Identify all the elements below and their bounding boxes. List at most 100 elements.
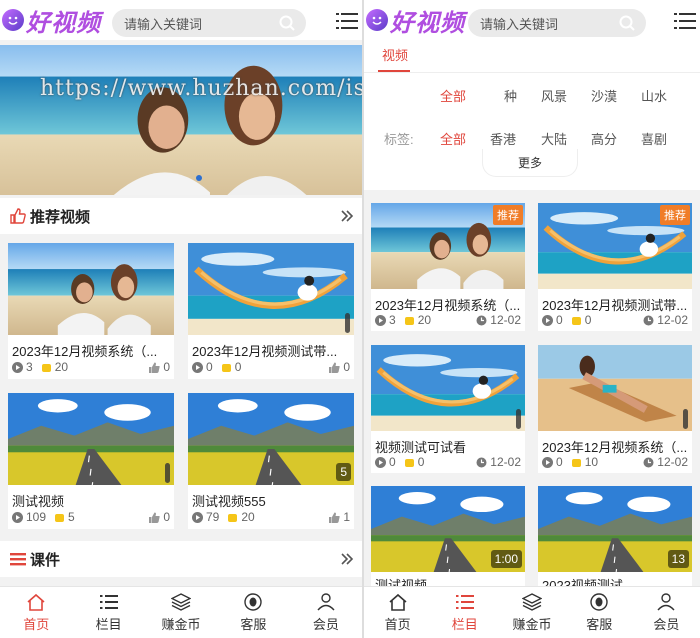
video-title: 2023年12月视频系统（... [12,344,158,359]
search-icon[interactable] [618,14,636,32]
play-count: 79 [192,510,219,524]
video-card[interactable]: 测试视频 109 5 0 [8,393,174,529]
tab-home[interactable]: 首页 [0,587,72,638]
like-count: 0 [149,360,170,374]
search-input[interactable]: 请输入关键词 [112,9,306,37]
app-logo[interactable]: 好视频 [2,3,101,38]
play-icon [375,314,386,326]
menu-icon[interactable] [674,12,696,30]
banner-image [0,45,362,195]
tab-member[interactable]: 会员 [290,587,362,638]
date: 12-02 [476,455,521,469]
date: 12-02 [476,313,521,327]
tab-earn-coins[interactable]: 赚金币 [498,587,565,638]
like-count: 1 [329,510,350,524]
hero-banner[interactable] [0,45,362,195]
video-meta: 109 5 0 [12,510,170,524]
play-count: 109 [12,510,46,524]
filter-option[interactable]: 全部 [440,129,466,148]
tab-home[interactable]: 首页 [364,587,431,638]
filter-option[interactable]: 香港 [490,129,516,148]
video-thumbnail [371,345,525,431]
search-icon[interactable] [278,14,296,32]
filter-option[interactable]: 高分 [591,129,617,148]
coin-icon [571,458,581,467]
filter-option[interactable]: 喜剧 [641,129,667,148]
home-icon [27,593,45,611]
play-icon [192,361,203,373]
video-meta: 79 20 1 [192,510,350,524]
coin-count: 10 [571,455,598,469]
penguin-icon [244,592,263,611]
double-chevron-right-icon[interactable] [340,209,354,223]
video-meta: 0 0 0 [192,360,350,374]
video-title: 测试视频 [375,578,428,586]
video-title: 测试视频555 [192,494,266,509]
play-icon [12,361,23,373]
app-logo[interactable]: 好视频 [366,3,465,38]
carousel-indicator[interactable] [196,175,202,181]
like-count: 0 [329,360,350,374]
coin-count: 20 [404,313,431,327]
user-icon [317,592,335,610]
video-thumbnail: 5 [188,393,354,485]
video-card[interactable]: 2023年12月视频测试带... 0 0 0 [188,243,354,379]
search-input[interactable]: 请输入关键词 [468,9,646,37]
filter-option[interactable]: 全部 [440,86,466,105]
play-icon [12,511,23,523]
video-thumbnail: 推荐 [538,203,692,289]
filter-option[interactable]: 大陆 [541,129,567,148]
tab-columns[interactable]: 栏目 [431,587,498,638]
tab-member[interactable]: 会员 [633,587,700,638]
tab-customer-service[interactable]: 客服 [566,587,633,638]
video-card[interactable]: 推荐 2023年12月视频测试带... 0 0 12-02 [538,203,692,331]
play-icon [192,511,203,523]
coin-icon [41,363,51,372]
more-filters-button[interactable]: 更多 [482,149,578,177]
filter-option[interactable]: 种 [504,86,517,105]
divider [364,72,700,73]
menu-icon[interactable] [336,12,358,30]
coin-icon [571,316,581,325]
video-card[interactable]: 视频测试可试看 0 0 12-02 [371,345,525,473]
video-thumbnail: 1:00 [371,486,525,572]
list-icon [99,594,118,609]
tab-columns[interactable]: 栏目 [72,587,144,638]
video-title: 2023年12月视频测试带... [192,344,338,359]
video-card[interactable]: 2023年12月视频系统（... 3 20 0 [8,243,174,379]
video-card[interactable]: 推荐 2023年12月视频系统（... 3 20 12-02 [371,203,525,331]
tab-customer-service[interactable]: 客服 [217,587,289,638]
video-meta: 0 0 12-02 [542,313,688,327]
video-card[interactable]: 13 2023视频测试 [538,486,692,586]
tab-earn-coins[interactable]: 赚金币 [145,587,217,638]
play-icon [542,314,553,326]
video-title: 2023年12月视频测试带... [542,298,688,313]
filter-option[interactable]: 山水 [641,86,667,105]
coin-icon [228,513,238,522]
double-chevron-right-icon[interactable] [340,552,354,566]
filter-option[interactable]: 沙漠 [591,86,617,105]
tab-video[interactable]: 视频 [382,45,408,64]
section-title: 推荐视频 [30,208,91,226]
coin-count: 0 [404,455,424,469]
duration-badge: 1:00 [490,550,522,568]
list-icon [455,594,474,609]
video-card[interactable]: 5 测试视频555 79 20 1 [188,393,354,529]
recommend-tag: 推荐 [660,205,690,225]
play-icon [375,456,386,468]
bottom-tab-bar: 首页 栏目 赚金币 客服 会员 [364,586,700,638]
bottom-tab-bar: 首页 栏目 赚金币 客服 会员 [0,586,362,638]
filter-label: 标签: [384,132,414,147]
filter-option[interactable]: 风景 [541,86,567,105]
watermark: https://www.huzhan.com/ishop49728 [40,76,362,101]
list-icon [10,553,26,566]
coin-icon [221,363,231,372]
video-card[interactable]: 1:00 测试视频 [371,486,525,586]
home-screen: 好视频 请输入关键词 https://www.huzhan.com/ishop4… [0,0,362,638]
play-count: 0 [375,455,396,469]
like-count: 0 [149,510,170,524]
play-icon [542,456,553,468]
app-name: 好视频 [26,9,101,37]
section-title: 课件 [30,551,61,569]
video-card[interactable]: 2023年12月视频系统（... 0 10 12-02 [538,345,692,473]
